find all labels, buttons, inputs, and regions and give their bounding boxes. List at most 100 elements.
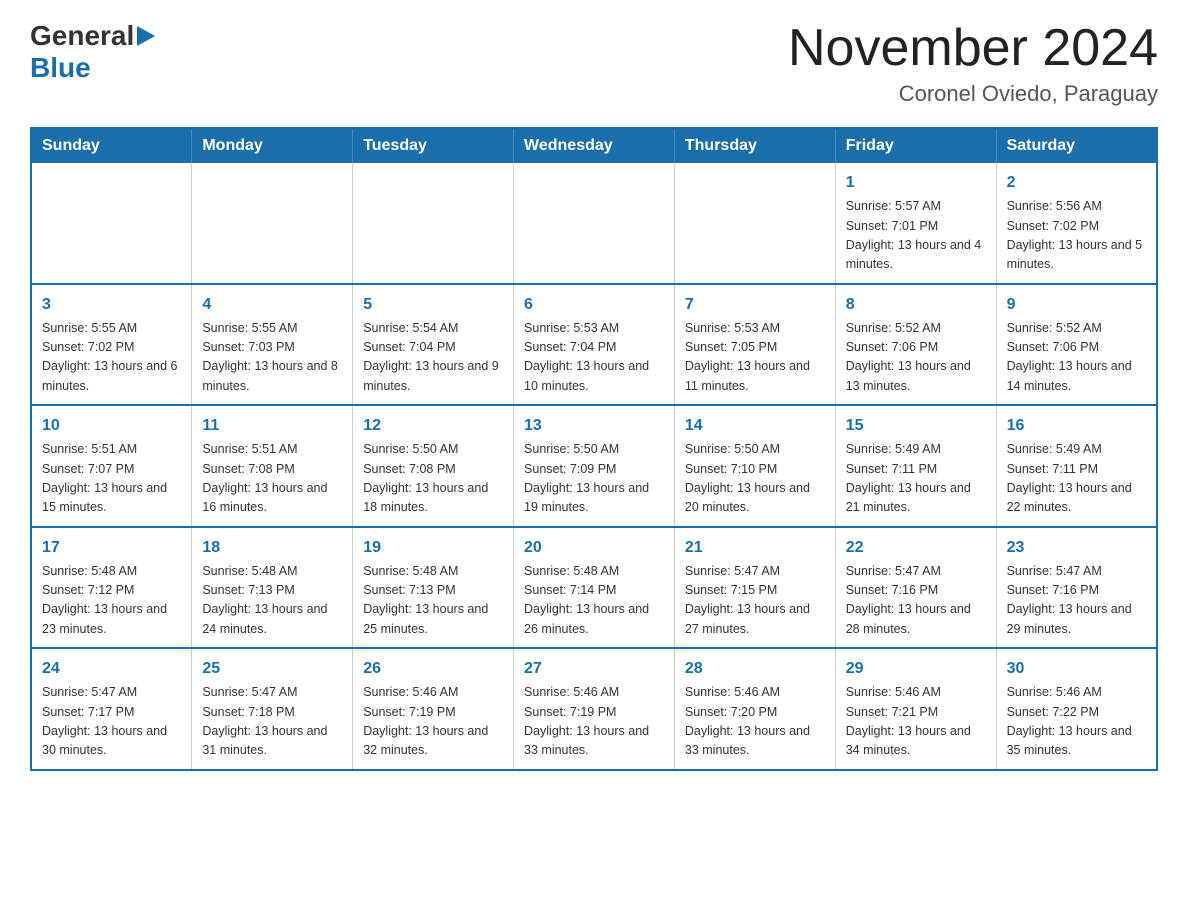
day-info: Sunrise: 5:55 AM Sunset: 7:02 PM Dayligh… bbox=[42, 319, 181, 397]
day-info: Sunrise: 5:46 AM Sunset: 7:19 PM Dayligh… bbox=[363, 683, 503, 761]
day-number: 10 bbox=[42, 414, 181, 438]
day-number: 26 bbox=[363, 657, 503, 681]
calendar-day-cell: 11Sunrise: 5:51 AM Sunset: 7:08 PM Dayli… bbox=[192, 405, 353, 527]
calendar-day-cell: 19Sunrise: 5:48 AM Sunset: 7:13 PM Dayli… bbox=[353, 527, 514, 649]
day-info: Sunrise: 5:52 AM Sunset: 7:06 PM Dayligh… bbox=[1007, 319, 1146, 397]
calendar-week-row: 3Sunrise: 5:55 AM Sunset: 7:02 PM Daylig… bbox=[31, 284, 1157, 406]
day-number: 17 bbox=[42, 536, 181, 560]
calendar-day-cell: 24Sunrise: 5:47 AM Sunset: 7:17 PM Dayli… bbox=[31, 648, 192, 770]
day-number: 11 bbox=[202, 414, 342, 438]
day-info: Sunrise: 5:50 AM Sunset: 7:09 PM Dayligh… bbox=[524, 440, 664, 518]
day-info: Sunrise: 5:48 AM Sunset: 7:13 PM Dayligh… bbox=[363, 562, 503, 640]
day-info: Sunrise: 5:48 AM Sunset: 7:12 PM Dayligh… bbox=[42, 562, 181, 640]
day-of-week-header: Wednesday bbox=[514, 128, 675, 163]
day-info: Sunrise: 5:49 AM Sunset: 7:11 PM Dayligh… bbox=[1007, 440, 1146, 518]
calendar-day-cell: 2Sunrise: 5:56 AM Sunset: 7:02 PM Daylig… bbox=[996, 163, 1157, 284]
day-number: 24 bbox=[42, 657, 181, 681]
calendar-week-row: 17Sunrise: 5:48 AM Sunset: 7:12 PM Dayli… bbox=[31, 527, 1157, 649]
calendar-day-cell: 27Sunrise: 5:46 AM Sunset: 7:19 PM Dayli… bbox=[514, 648, 675, 770]
day-info: Sunrise: 5:47 AM Sunset: 7:18 PM Dayligh… bbox=[202, 683, 342, 761]
day-info: Sunrise: 5:51 AM Sunset: 7:07 PM Dayligh… bbox=[42, 440, 181, 518]
day-number: 7 bbox=[685, 293, 825, 317]
calendar-day-cell: 3Sunrise: 5:55 AM Sunset: 7:02 PM Daylig… bbox=[31, 284, 192, 406]
calendar-day-cell: 16Sunrise: 5:49 AM Sunset: 7:11 PM Dayli… bbox=[996, 405, 1157, 527]
day-of-week-header: Tuesday bbox=[353, 128, 514, 163]
day-number: 23 bbox=[1007, 536, 1146, 560]
day-info: Sunrise: 5:48 AM Sunset: 7:13 PM Dayligh… bbox=[202, 562, 342, 640]
day-info: Sunrise: 5:56 AM Sunset: 7:02 PM Dayligh… bbox=[1007, 197, 1146, 275]
calendar-day-cell: 9Sunrise: 5:52 AM Sunset: 7:06 PM Daylig… bbox=[996, 284, 1157, 406]
calendar-day-cell: 22Sunrise: 5:47 AM Sunset: 7:16 PM Dayli… bbox=[835, 527, 996, 649]
day-info: Sunrise: 5:46 AM Sunset: 7:20 PM Dayligh… bbox=[685, 683, 825, 761]
calendar-table: SundayMondayTuesdayWednesdayThursdayFrid… bbox=[30, 127, 1158, 771]
day-number: 30 bbox=[1007, 657, 1146, 681]
day-info: Sunrise: 5:47 AM Sunset: 7:16 PM Dayligh… bbox=[1007, 562, 1146, 640]
calendar-day-cell bbox=[674, 163, 835, 284]
day-info: Sunrise: 5:55 AM Sunset: 7:03 PM Dayligh… bbox=[202, 319, 342, 397]
calendar-day-cell: 20Sunrise: 5:48 AM Sunset: 7:14 PM Dayli… bbox=[514, 527, 675, 649]
day-info: Sunrise: 5:51 AM Sunset: 7:08 PM Dayligh… bbox=[202, 440, 342, 518]
calendar-day-cell: 30Sunrise: 5:46 AM Sunset: 7:22 PM Dayli… bbox=[996, 648, 1157, 770]
calendar-week-row: 1Sunrise: 5:57 AM Sunset: 7:01 PM Daylig… bbox=[31, 163, 1157, 284]
day-info: Sunrise: 5:46 AM Sunset: 7:21 PM Dayligh… bbox=[846, 683, 986, 761]
calendar-day-cell: 15Sunrise: 5:49 AM Sunset: 7:11 PM Dayli… bbox=[835, 405, 996, 527]
calendar-day-cell: 8Sunrise: 5:52 AM Sunset: 7:06 PM Daylig… bbox=[835, 284, 996, 406]
logo: General Blue bbox=[30, 20, 155, 84]
day-number: 21 bbox=[685, 536, 825, 560]
calendar-day-cell: 10Sunrise: 5:51 AM Sunset: 7:07 PM Dayli… bbox=[31, 405, 192, 527]
day-number: 6 bbox=[524, 293, 664, 317]
logo-general-text: General bbox=[30, 20, 134, 52]
day-number: 22 bbox=[846, 536, 986, 560]
calendar-header-row: SundayMondayTuesdayWednesdayThursdayFrid… bbox=[31, 128, 1157, 163]
calendar-day-cell bbox=[514, 163, 675, 284]
day-number: 3 bbox=[42, 293, 181, 317]
calendar-day-cell bbox=[192, 163, 353, 284]
calendar-day-cell: 28Sunrise: 5:46 AM Sunset: 7:20 PM Dayli… bbox=[674, 648, 835, 770]
day-number: 19 bbox=[363, 536, 503, 560]
day-number: 14 bbox=[685, 414, 825, 438]
calendar-day-cell: 17Sunrise: 5:48 AM Sunset: 7:12 PM Dayli… bbox=[31, 527, 192, 649]
day-number: 8 bbox=[846, 293, 986, 317]
day-info: Sunrise: 5:49 AM Sunset: 7:11 PM Dayligh… bbox=[846, 440, 986, 518]
day-number: 20 bbox=[524, 536, 664, 560]
day-number: 29 bbox=[846, 657, 986, 681]
calendar-day-cell: 26Sunrise: 5:46 AM Sunset: 7:19 PM Dayli… bbox=[353, 648, 514, 770]
calendar-day-cell: 29Sunrise: 5:46 AM Sunset: 7:21 PM Dayli… bbox=[835, 648, 996, 770]
calendar-day-cell: 14Sunrise: 5:50 AM Sunset: 7:10 PM Dayli… bbox=[674, 405, 835, 527]
day-of-week-header: Monday bbox=[192, 128, 353, 163]
month-title: November 2024 bbox=[788, 20, 1158, 77]
day-info: Sunrise: 5:52 AM Sunset: 7:06 PM Dayligh… bbox=[846, 319, 986, 397]
day-info: Sunrise: 5:50 AM Sunset: 7:10 PM Dayligh… bbox=[685, 440, 825, 518]
logo-blue-text: Blue bbox=[30, 52, 91, 83]
day-of-week-header: Sunday bbox=[31, 128, 192, 163]
day-info: Sunrise: 5:47 AM Sunset: 7:15 PM Dayligh… bbox=[685, 562, 825, 640]
logo-arrow-icon bbox=[137, 26, 155, 51]
day-number: 9 bbox=[1007, 293, 1146, 317]
location-subtitle: Coronel Oviedo, Paraguay bbox=[788, 81, 1158, 107]
calendar-day-cell: 6Sunrise: 5:53 AM Sunset: 7:04 PM Daylig… bbox=[514, 284, 675, 406]
day-number: 28 bbox=[685, 657, 825, 681]
calendar-day-cell: 5Sunrise: 5:54 AM Sunset: 7:04 PM Daylig… bbox=[353, 284, 514, 406]
calendar-day-cell bbox=[353, 163, 514, 284]
day-info: Sunrise: 5:47 AM Sunset: 7:17 PM Dayligh… bbox=[42, 683, 181, 761]
calendar-day-cell: 25Sunrise: 5:47 AM Sunset: 7:18 PM Dayli… bbox=[192, 648, 353, 770]
day-info: Sunrise: 5:48 AM Sunset: 7:14 PM Dayligh… bbox=[524, 562, 664, 640]
day-info: Sunrise: 5:54 AM Sunset: 7:04 PM Dayligh… bbox=[363, 319, 503, 397]
day-number: 27 bbox=[524, 657, 664, 681]
day-number: 16 bbox=[1007, 414, 1146, 438]
calendar-day-cell: 7Sunrise: 5:53 AM Sunset: 7:05 PM Daylig… bbox=[674, 284, 835, 406]
calendar-day-cell bbox=[31, 163, 192, 284]
calendar-week-row: 10Sunrise: 5:51 AM Sunset: 7:07 PM Dayli… bbox=[31, 405, 1157, 527]
calendar-day-cell: 4Sunrise: 5:55 AM Sunset: 7:03 PM Daylig… bbox=[192, 284, 353, 406]
day-info: Sunrise: 5:57 AM Sunset: 7:01 PM Dayligh… bbox=[846, 197, 986, 275]
day-number: 25 bbox=[202, 657, 342, 681]
calendar-day-cell: 23Sunrise: 5:47 AM Sunset: 7:16 PM Dayli… bbox=[996, 527, 1157, 649]
day-of-week-header: Thursday bbox=[674, 128, 835, 163]
day-number: 5 bbox=[363, 293, 503, 317]
day-number: 12 bbox=[363, 414, 503, 438]
day-info: Sunrise: 5:47 AM Sunset: 7:16 PM Dayligh… bbox=[846, 562, 986, 640]
page-header: General Blue November 2024 Coronel Ovied… bbox=[30, 20, 1158, 107]
day-number: 2 bbox=[1007, 171, 1146, 195]
day-number: 15 bbox=[846, 414, 986, 438]
day-of-week-header: Friday bbox=[835, 128, 996, 163]
